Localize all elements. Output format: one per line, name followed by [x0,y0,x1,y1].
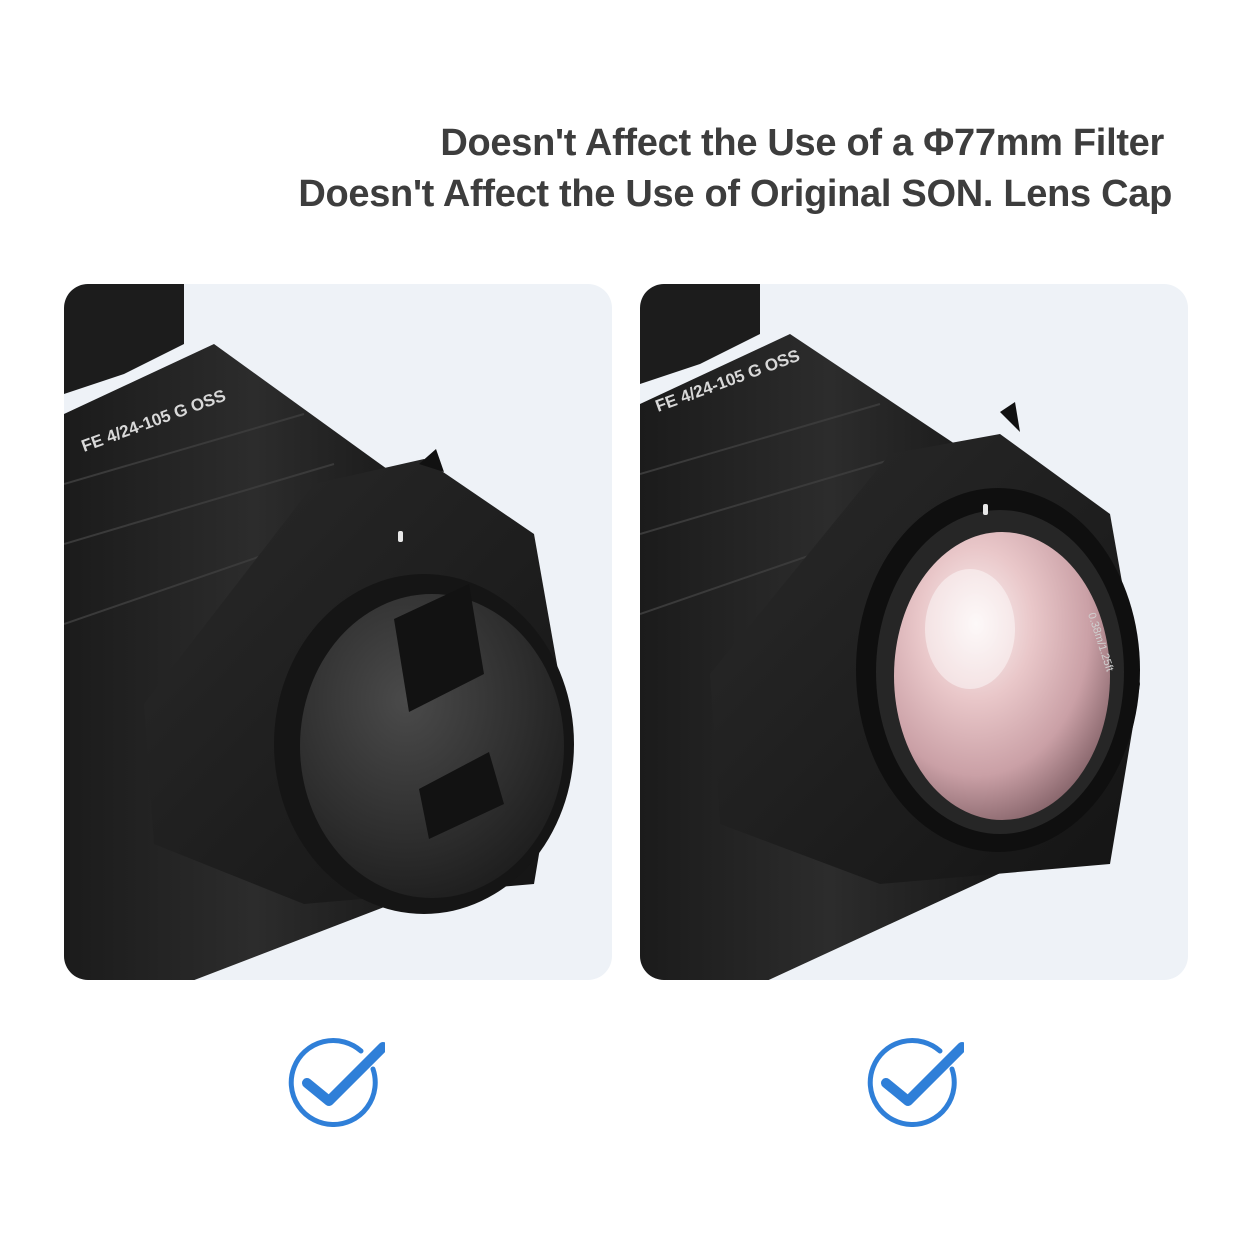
checkmark-circle-icon [867,1038,964,1127]
photo-panel-lens-cap: FE 4/24-105 G OSS [64,284,612,980]
camera-lens-filter-photo: FE 4/24-105 G OSS 0.38m/1.25ft [640,284,1140,980]
headline: Doesn't Affect the Use of a Φ77mm Filter… [172,118,1172,220]
photo-panel-filter: FE 4/24-105 G OSS 0.38m/1.25ft [640,284,1188,980]
headline-line-2: Doesn't Affect the Use of Original SON. … [298,173,1172,215]
checkmark-circle-icon [288,1038,385,1127]
headline-line-1: Doesn't Affect the Use of a Φ77mm Filter [440,122,1164,164]
camera-lens-cap-photo: FE 4/24-105 G OSS [64,284,574,980]
